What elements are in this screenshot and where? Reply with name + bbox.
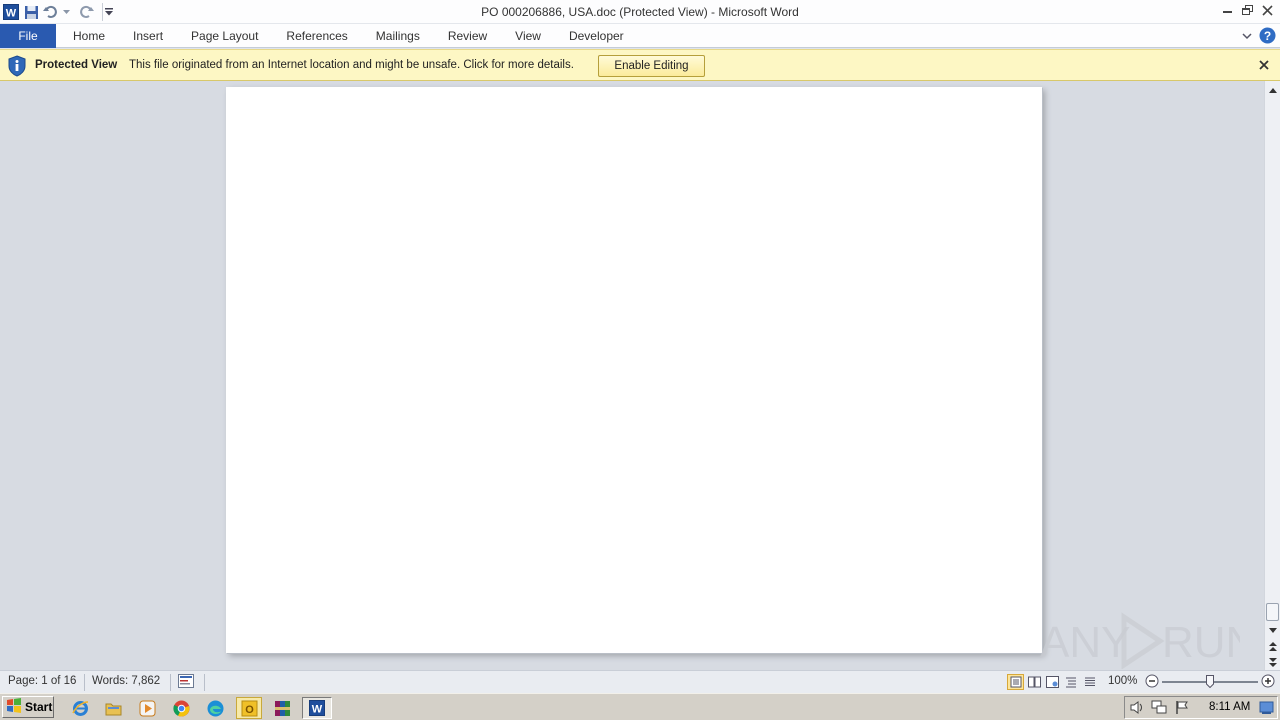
status-separator bbox=[170, 674, 171, 691]
web-layout-icon[interactable] bbox=[1044, 674, 1061, 690]
close-bar-icon[interactable] bbox=[1257, 58, 1271, 72]
network-icon[interactable] bbox=[1151, 700, 1167, 718]
action-center-flag-icon[interactable] bbox=[1175, 700, 1190, 718]
minimize-icon[interactable] bbox=[1218, 2, 1236, 18]
draft-view-icon[interactable] bbox=[1081, 674, 1098, 690]
document-area[interactable]: ANY RUN bbox=[0, 81, 1264, 670]
tab-developer[interactable]: Developer bbox=[555, 24, 638, 48]
scroll-down-icon[interactable] bbox=[1265, 623, 1280, 637]
status-bar: Page: 1 of 16 Words: 7,862 100% bbox=[0, 670, 1280, 693]
restore-icon[interactable] bbox=[1238, 2, 1256, 18]
ribbon-right-controls: ? bbox=[1241, 27, 1276, 47]
zoom-slider-thumb[interactable] bbox=[1206, 675, 1214, 689]
tab-mailings[interactable]: Mailings bbox=[362, 24, 434, 48]
show-desktop-icon[interactable] bbox=[1259, 700, 1274, 718]
outline-view-icon[interactable] bbox=[1062, 674, 1079, 690]
svg-text:ANY: ANY bbox=[1040, 618, 1130, 667]
svg-text:O: O bbox=[245, 704, 254, 716]
tab-page-layout[interactable]: Page Layout bbox=[177, 24, 272, 48]
zoom-level[interactable]: 100% bbox=[1108, 675, 1137, 687]
close-icon[interactable] bbox=[1258, 2, 1276, 18]
protected-view-message[interactable]: This file originated from an Internet lo… bbox=[129, 59, 574, 71]
protected-view-bar: Protected View This file originated from… bbox=[0, 49, 1280, 81]
tab-home[interactable]: Home bbox=[56, 24, 119, 48]
tab-view[interactable]: View bbox=[501, 24, 555, 48]
next-page-icon[interactable] bbox=[1265, 655, 1280, 669]
system-tray: 8:11 AM bbox=[1124, 696, 1278, 719]
status-separator bbox=[204, 674, 205, 691]
chrome-icon[interactable] bbox=[170, 697, 192, 719]
taskbar: Start O W 8:11 AM bbox=[0, 693, 1280, 720]
internet-explorer-icon[interactable] bbox=[69, 697, 91, 719]
svg-text:W: W bbox=[312, 704, 323, 716]
tab-review[interactable]: Review bbox=[434, 24, 501, 48]
clock[interactable]: 8:11 AM bbox=[1209, 701, 1250, 713]
window-controls bbox=[1218, 2, 1276, 18]
help-icon[interactable]: ? bbox=[1259, 27, 1276, 47]
title-bar: W PO 000206886, USA.doc (Protected View)… bbox=[0, 0, 1280, 24]
ribbon: File Home Insert Page Layout References … bbox=[0, 24, 1280, 48]
start-button[interactable]: Start bbox=[2, 696, 54, 718]
tab-references[interactable]: References bbox=[272, 24, 361, 48]
file-explorer-icon[interactable] bbox=[102, 697, 124, 719]
tab-insert[interactable]: Insert bbox=[119, 24, 177, 48]
start-label: Start bbox=[25, 700, 53, 714]
window-title: PO 000206886, USA.doc (Protected View) -… bbox=[481, 5, 799, 19]
anyrun-watermark-logo: ANY RUN bbox=[1040, 609, 1257, 670]
scroll-thumb[interactable] bbox=[1266, 603, 1279, 621]
volume-icon[interactable] bbox=[1129, 700, 1145, 718]
word-count[interactable]: Words: 7,862 bbox=[92, 675, 160, 687]
protected-view-title: Protected View bbox=[35, 59, 118, 71]
word-taskbar-icon[interactable]: W bbox=[302, 697, 332, 719]
enable-editing-button[interactable]: Enable Editing bbox=[598, 55, 705, 77]
full-screen-reading-icon[interactable] bbox=[1026, 674, 1043, 690]
media-player-icon[interactable] bbox=[136, 697, 158, 719]
windows-logo-icon bbox=[6, 698, 22, 716]
svg-text:?: ? bbox=[1264, 29, 1271, 43]
tab-file[interactable]: File bbox=[0, 24, 56, 48]
shield-info-icon bbox=[7, 55, 27, 77]
ribbon-minimize-chevron-icon[interactable] bbox=[1241, 30, 1253, 45]
ribbon-tabs: File Home Insert Page Layout References … bbox=[0, 24, 638, 48]
winrar-icon[interactable] bbox=[270, 697, 296, 719]
document-page[interactable] bbox=[226, 87, 1042, 653]
status-separator bbox=[84, 674, 85, 691]
outlook-icon[interactable]: O bbox=[236, 697, 262, 719]
svg-text:RUN: RUN bbox=[1162, 618, 1240, 667]
language-check-icon[interactable] bbox=[178, 674, 194, 691]
zoom-in-icon[interactable] bbox=[1261, 674, 1275, 691]
zoom-out-icon[interactable] bbox=[1145, 674, 1159, 691]
page-count[interactable]: Page: 1 of 16 bbox=[8, 675, 76, 687]
previous-page-icon[interactable] bbox=[1265, 639, 1280, 653]
vertical-scrollbar[interactable] bbox=[1264, 81, 1280, 670]
edge-icon[interactable] bbox=[204, 697, 226, 719]
scroll-up-icon[interactable] bbox=[1265, 83, 1280, 97]
print-layout-view-icon[interactable] bbox=[1007, 674, 1024, 690]
